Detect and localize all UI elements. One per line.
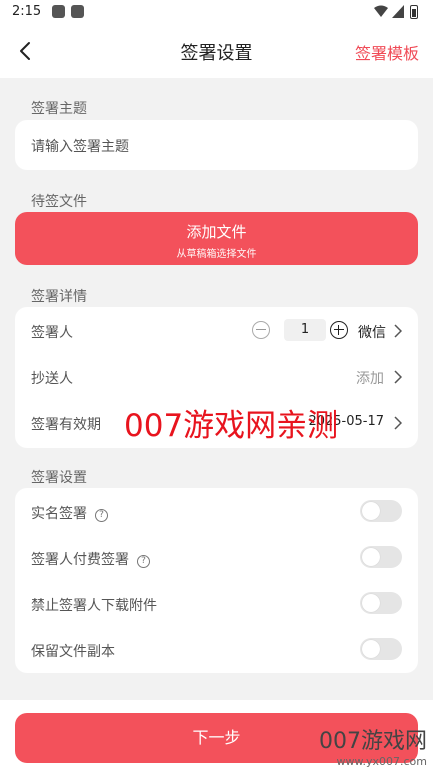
chevron-right-icon[interactable] xyxy=(394,324,402,338)
status-time: 2:15 xyxy=(12,4,42,19)
setting-row-keep-copy: 保留文件副本 xyxy=(31,638,402,662)
section-label-settings: 签署设置 xyxy=(31,470,87,486)
notification-icon xyxy=(52,5,65,18)
signer-label: 签署人 xyxy=(31,325,73,341)
signal-icon xyxy=(392,5,404,18)
setting-row-signer-pay: 签署人付费签署? xyxy=(31,546,402,570)
notification-icon xyxy=(71,5,84,18)
nav-bar: 签署设置 签署模板 xyxy=(0,24,433,78)
signer-method[interactable]: 微信 xyxy=(358,322,386,342)
section-label-details: 签署详情 xyxy=(31,289,87,305)
keep-copy-toggle[interactable] xyxy=(360,638,402,660)
cc-label: 抄送人 xyxy=(31,371,73,387)
setting-label: 保留文件副本 xyxy=(31,644,115,660)
setting-row-realname: 实名签署? xyxy=(31,500,402,524)
cc-value: 添加 xyxy=(356,371,384,387)
signer-quantity[interactable]: 1 xyxy=(284,319,326,341)
signer-row: 签署人 1 微信 xyxy=(31,319,402,343)
setting-label: 实名签署? xyxy=(31,503,108,523)
battery-icon xyxy=(410,5,418,19)
status-bar: 2:15 xyxy=(0,0,433,24)
watermark-overlay: 007游戏网亲测 xyxy=(124,408,339,444)
wifi-icon xyxy=(374,5,388,17)
setting-row-no-download: 禁止签署人下载附件 xyxy=(31,592,402,616)
signer-pay-toggle[interactable] xyxy=(360,546,402,568)
minus-icon[interactable] xyxy=(252,321,270,339)
validity-label: 签署有效期 xyxy=(31,417,101,433)
no-download-toggle[interactable] xyxy=(360,592,402,614)
setting-label: 签署人付费签署? xyxy=(31,549,150,569)
add-file-label: 添加文件 xyxy=(186,223,247,241)
section-label-file: 待签文件 xyxy=(31,194,87,210)
help-icon[interactable]: ? xyxy=(95,509,108,522)
add-file-hint: 从草稿箱选择文件 xyxy=(176,249,257,260)
chevron-right-icon xyxy=(394,416,402,430)
section-label-subject: 签署主题 xyxy=(31,101,87,117)
realname-toggle[interactable] xyxy=(360,500,402,522)
watermark-brand: 007游戏网 www.yx007.com xyxy=(319,723,427,768)
add-file-button[interactable]: 添加文件 从草稿箱选择文件 xyxy=(15,212,418,265)
setting-label: 禁止签署人下载附件 xyxy=(31,598,157,614)
watermark-brand-name: 007游戏网 xyxy=(319,729,427,754)
settings-card: 实名签署? 签署人付费签署? 禁止签署人下载附件 保留文件副本 xyxy=(15,488,418,673)
subject-placeholder: 请输入签署主题 xyxy=(31,139,129,155)
watermark-url: www.yx007.com xyxy=(336,755,427,768)
plus-icon[interactable] xyxy=(330,321,348,339)
subject-input[interactable]: 请输入签署主题 xyxy=(15,120,418,170)
template-link[interactable]: 签署模板 xyxy=(355,40,419,64)
chevron-right-icon xyxy=(394,370,402,384)
help-icon[interactable]: ? xyxy=(137,555,150,568)
cc-row[interactable]: 抄送人 添加 xyxy=(31,365,402,389)
